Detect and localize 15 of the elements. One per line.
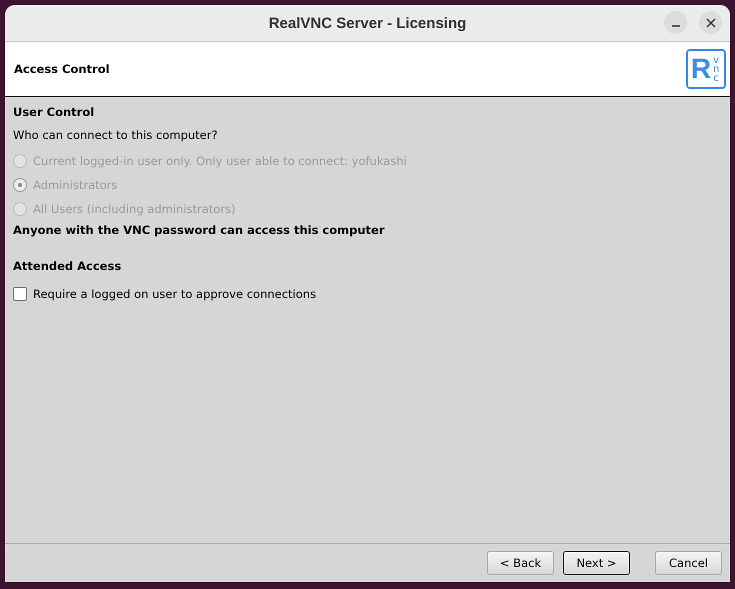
page-title: Access Control — [14, 62, 110, 76]
dialog-button[interactable]: Next > — [563, 551, 630, 575]
section-heading: User Control — [13, 105, 96, 119]
checkbox[interactable] — [13, 287, 27, 301]
close-button[interactable] — [699, 11, 722, 34]
minimize-button[interactable] — [664, 11, 687, 34]
close-icon — [706, 18, 716, 28]
question-text: Who can connect to this computer? — [13, 128, 219, 142]
dialog-button[interactable]: < Back — [487, 551, 554, 575]
section-heading: Attended Access — [13, 259, 122, 273]
checkbox-option[interactable]: Require a logged on user to approve connections — [13, 282, 316, 306]
minimize-icon — [672, 24, 680, 26]
window-title: RealVNC Server - Licensing — [268, 14, 466, 32]
dialog-button[interactable]: Cancel — [655, 551, 722, 575]
info-text: Anyone with the VNC password can access this computer — [13, 223, 386, 237]
